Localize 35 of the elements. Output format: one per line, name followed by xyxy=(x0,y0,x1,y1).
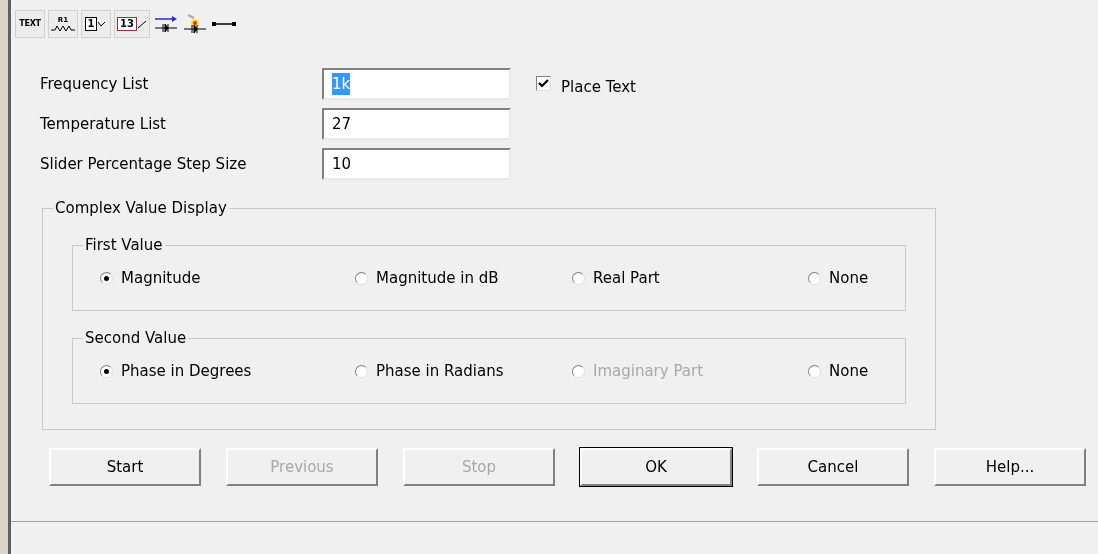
radio-button[interactable] xyxy=(808,271,821,285)
slash-icon xyxy=(136,19,147,29)
dialog-button[interactable]: Help... xyxy=(934,448,1086,486)
wire-icon[interactable] xyxy=(210,19,237,29)
node-label-tool-button[interactable]: 1 xyxy=(81,10,111,38)
radio-button[interactable] xyxy=(100,271,113,285)
check-icon xyxy=(97,19,108,29)
radio-button[interactable] xyxy=(100,364,113,378)
text-field[interactable]: 27 xyxy=(322,108,511,140)
radio-button[interactable] xyxy=(572,271,585,285)
radio-button[interactable] xyxy=(355,364,368,378)
radio-button[interactable] xyxy=(808,364,821,378)
diode-arrow-icon[interactable] xyxy=(152,14,179,34)
zigzag-icon xyxy=(51,23,75,32)
radio-option[interactable]: Real Part xyxy=(572,266,808,290)
dialog-button[interactable]: OK xyxy=(580,448,732,486)
radio-option[interactable]: None xyxy=(808,359,888,383)
text-tool-button[interactable]: TEXT xyxy=(15,10,45,38)
radio-option[interactable]: None xyxy=(808,266,888,290)
radio-option[interactable]: Magnitude in dB xyxy=(355,266,572,290)
field-label: Slider Percentage Step Size xyxy=(40,153,248,175)
checkbox[interactable] xyxy=(536,76,551,91)
radio-button[interactable] xyxy=(355,271,368,285)
place-text-checkbox-row[interactable]: Place Text xyxy=(536,76,636,96)
field-label: Frequency List xyxy=(40,73,150,95)
group-title: Complex Value Display xyxy=(53,199,229,217)
radio-option[interactable]: Phase in Radians xyxy=(355,359,572,383)
led-icon[interactable] xyxy=(181,13,208,35)
node-label-tool-button[interactable]: 13 xyxy=(114,10,150,38)
dialog-button[interactable]: Start xyxy=(49,448,201,486)
dialog-button[interactable]: Cancel xyxy=(757,448,909,486)
text-field[interactable]: 10 xyxy=(322,148,511,180)
field-label: Temperature List xyxy=(40,113,167,135)
radio-option[interactable]: Magnitude xyxy=(100,266,355,290)
radio-option[interactable]: Phase in Degrees xyxy=(100,359,355,383)
